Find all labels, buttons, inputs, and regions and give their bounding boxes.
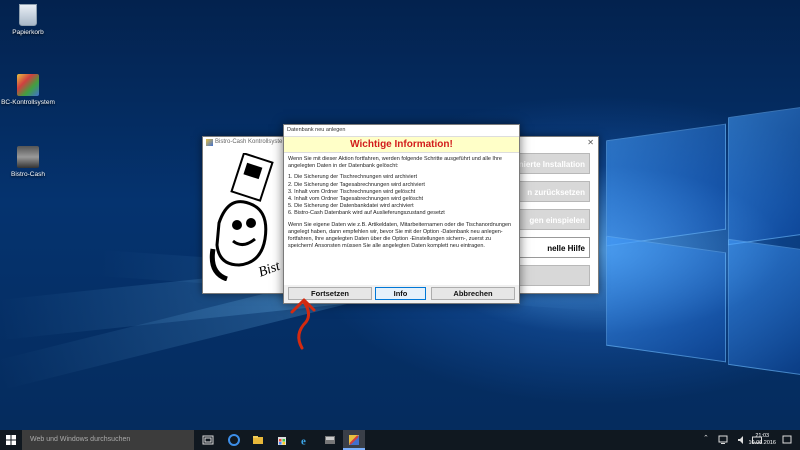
clock-date: 10.06.2016 — [748, 440, 776, 446]
wallpaper-logo-pane — [728, 106, 800, 246]
app-menu-button[interactable]: n zurücksetzen — [508, 181, 590, 202]
app-menu-button[interactable] — [508, 265, 590, 286]
app-menu-button[interactable]: nelle Hilfe — [508, 237, 590, 258]
recycle-bin-icon — [19, 4, 37, 26]
bistro-cash-taskbar-icon[interactable] — [324, 434, 336, 446]
internet-explorer-icon[interactable]: e — [300, 434, 312, 447]
dialog-step: 4. Inhalt vom Ordner Tagesabrechnungen w… — [288, 196, 424, 203]
dialog-step: 2. Die Sicherung der Tagesabrechnungen w… — [288, 181, 425, 188]
svg-text:e: e — [301, 436, 306, 447]
desktop-icon-recycle-bin[interactable]: Papierkorb — [0, 4, 60, 36]
cancel-button[interactable]: Abbrechen — [431, 287, 515, 300]
edge-browser-icon[interactable] — [228, 434, 240, 446]
wallpaper-logo-pane — [728, 238, 800, 376]
dialog-title: Datenbank neu anlegen — [284, 125, 519, 136]
close-icon[interactable]: ✕ — [587, 137, 594, 148]
desktop-icon-label: Bistro-Cash — [11, 171, 45, 178]
app-menu-button[interactable]: nierte Installation — [508, 153, 590, 174]
info-button[interactable]: Info — [375, 287, 426, 300]
store-icon[interactable] — [276, 434, 288, 446]
dialog-note: Wenn Sie eigene Daten wie z.B. Artikelda… — [288, 221, 512, 250]
file-explorer-icon[interactable] — [252, 434, 264, 446]
taskbar: Web und Windows durchsuchen e ⌃ 21:03 10… — [0, 430, 800, 450]
app-title: Bistro-Cash Kontrollsyste — [215, 139, 283, 145]
dialog-steps: 1. Die Sicherung der Tischrechnungen wir… — [288, 174, 516, 217]
dialog-step: 1. Die Sicherung der Tischrechnungen wir… — [288, 174, 418, 181]
volume-icon[interactable] — [737, 435, 747, 445]
cash-register-icon — [17, 146, 39, 168]
windows-start-icon[interactable] — [0, 430, 22, 450]
bc-kontrollsystem-icon — [17, 74, 39, 96]
dialog-step: 6. Bistro-Cash Datenbank wird auf Auslie… — [288, 210, 445, 217]
wallpaper-logo-pane — [606, 123, 726, 247]
notifications-icon[interactable] — [782, 435, 792, 445]
dialog-intro: Wenn Sie mit dieser Aktion fortfahren, w… — [288, 156, 502, 170]
bc-kontrollsystem-taskbar-icon[interactable] — [348, 434, 360, 446]
dialog-step: 5. Die Sicherung der Datenbankdatei wird… — [288, 203, 414, 210]
svg-text:Bist: Bist — [257, 259, 284, 281]
dialog-message: Wenn Sie mit dieser Aktion fortfahren, w… — [284, 153, 519, 285]
annotation-arrow — [290, 298, 316, 350]
bistro-mascot-logo: Bist — [209, 153, 284, 281]
database-reset-dialog[interactable]: Datenbank neu anlegen Wichtige Informati… — [283, 124, 520, 304]
network-icon[interactable] — [718, 435, 728, 445]
task-view-icon[interactable] — [202, 434, 214, 446]
wallpaper-logo-pane — [606, 235, 726, 363]
app-icon — [206, 139, 213, 146]
app-menu-button[interactable]: gen einspielen — [508, 209, 590, 230]
desktop-icon-label: Papierkorb — [12, 29, 44, 36]
taskbar-search-input[interactable]: Web und Windows durchsuchen — [22, 430, 194, 450]
taskbar-clock[interactable]: 21:03 10.06.2016 — [748, 433, 776, 447]
dialog-header: Wichtige Information! — [284, 136, 519, 153]
chevron-up-icon[interactable]: ⌃ — [703, 434, 709, 442]
clock-time: 21:03 — [755, 433, 770, 439]
desktop-icon-bistro-cash[interactable]: Bistro-Cash — [0, 146, 60, 178]
dialog-step: 3. Inhalt vom Ordner Tischrechnungen wir… — [288, 188, 416, 195]
desktop-icon-label: BC-Kontrollsystem — [1, 99, 55, 106]
desktop-icon-bc-kontrollsystem[interactable]: BC-Kontrollsystem — [0, 74, 60, 106]
